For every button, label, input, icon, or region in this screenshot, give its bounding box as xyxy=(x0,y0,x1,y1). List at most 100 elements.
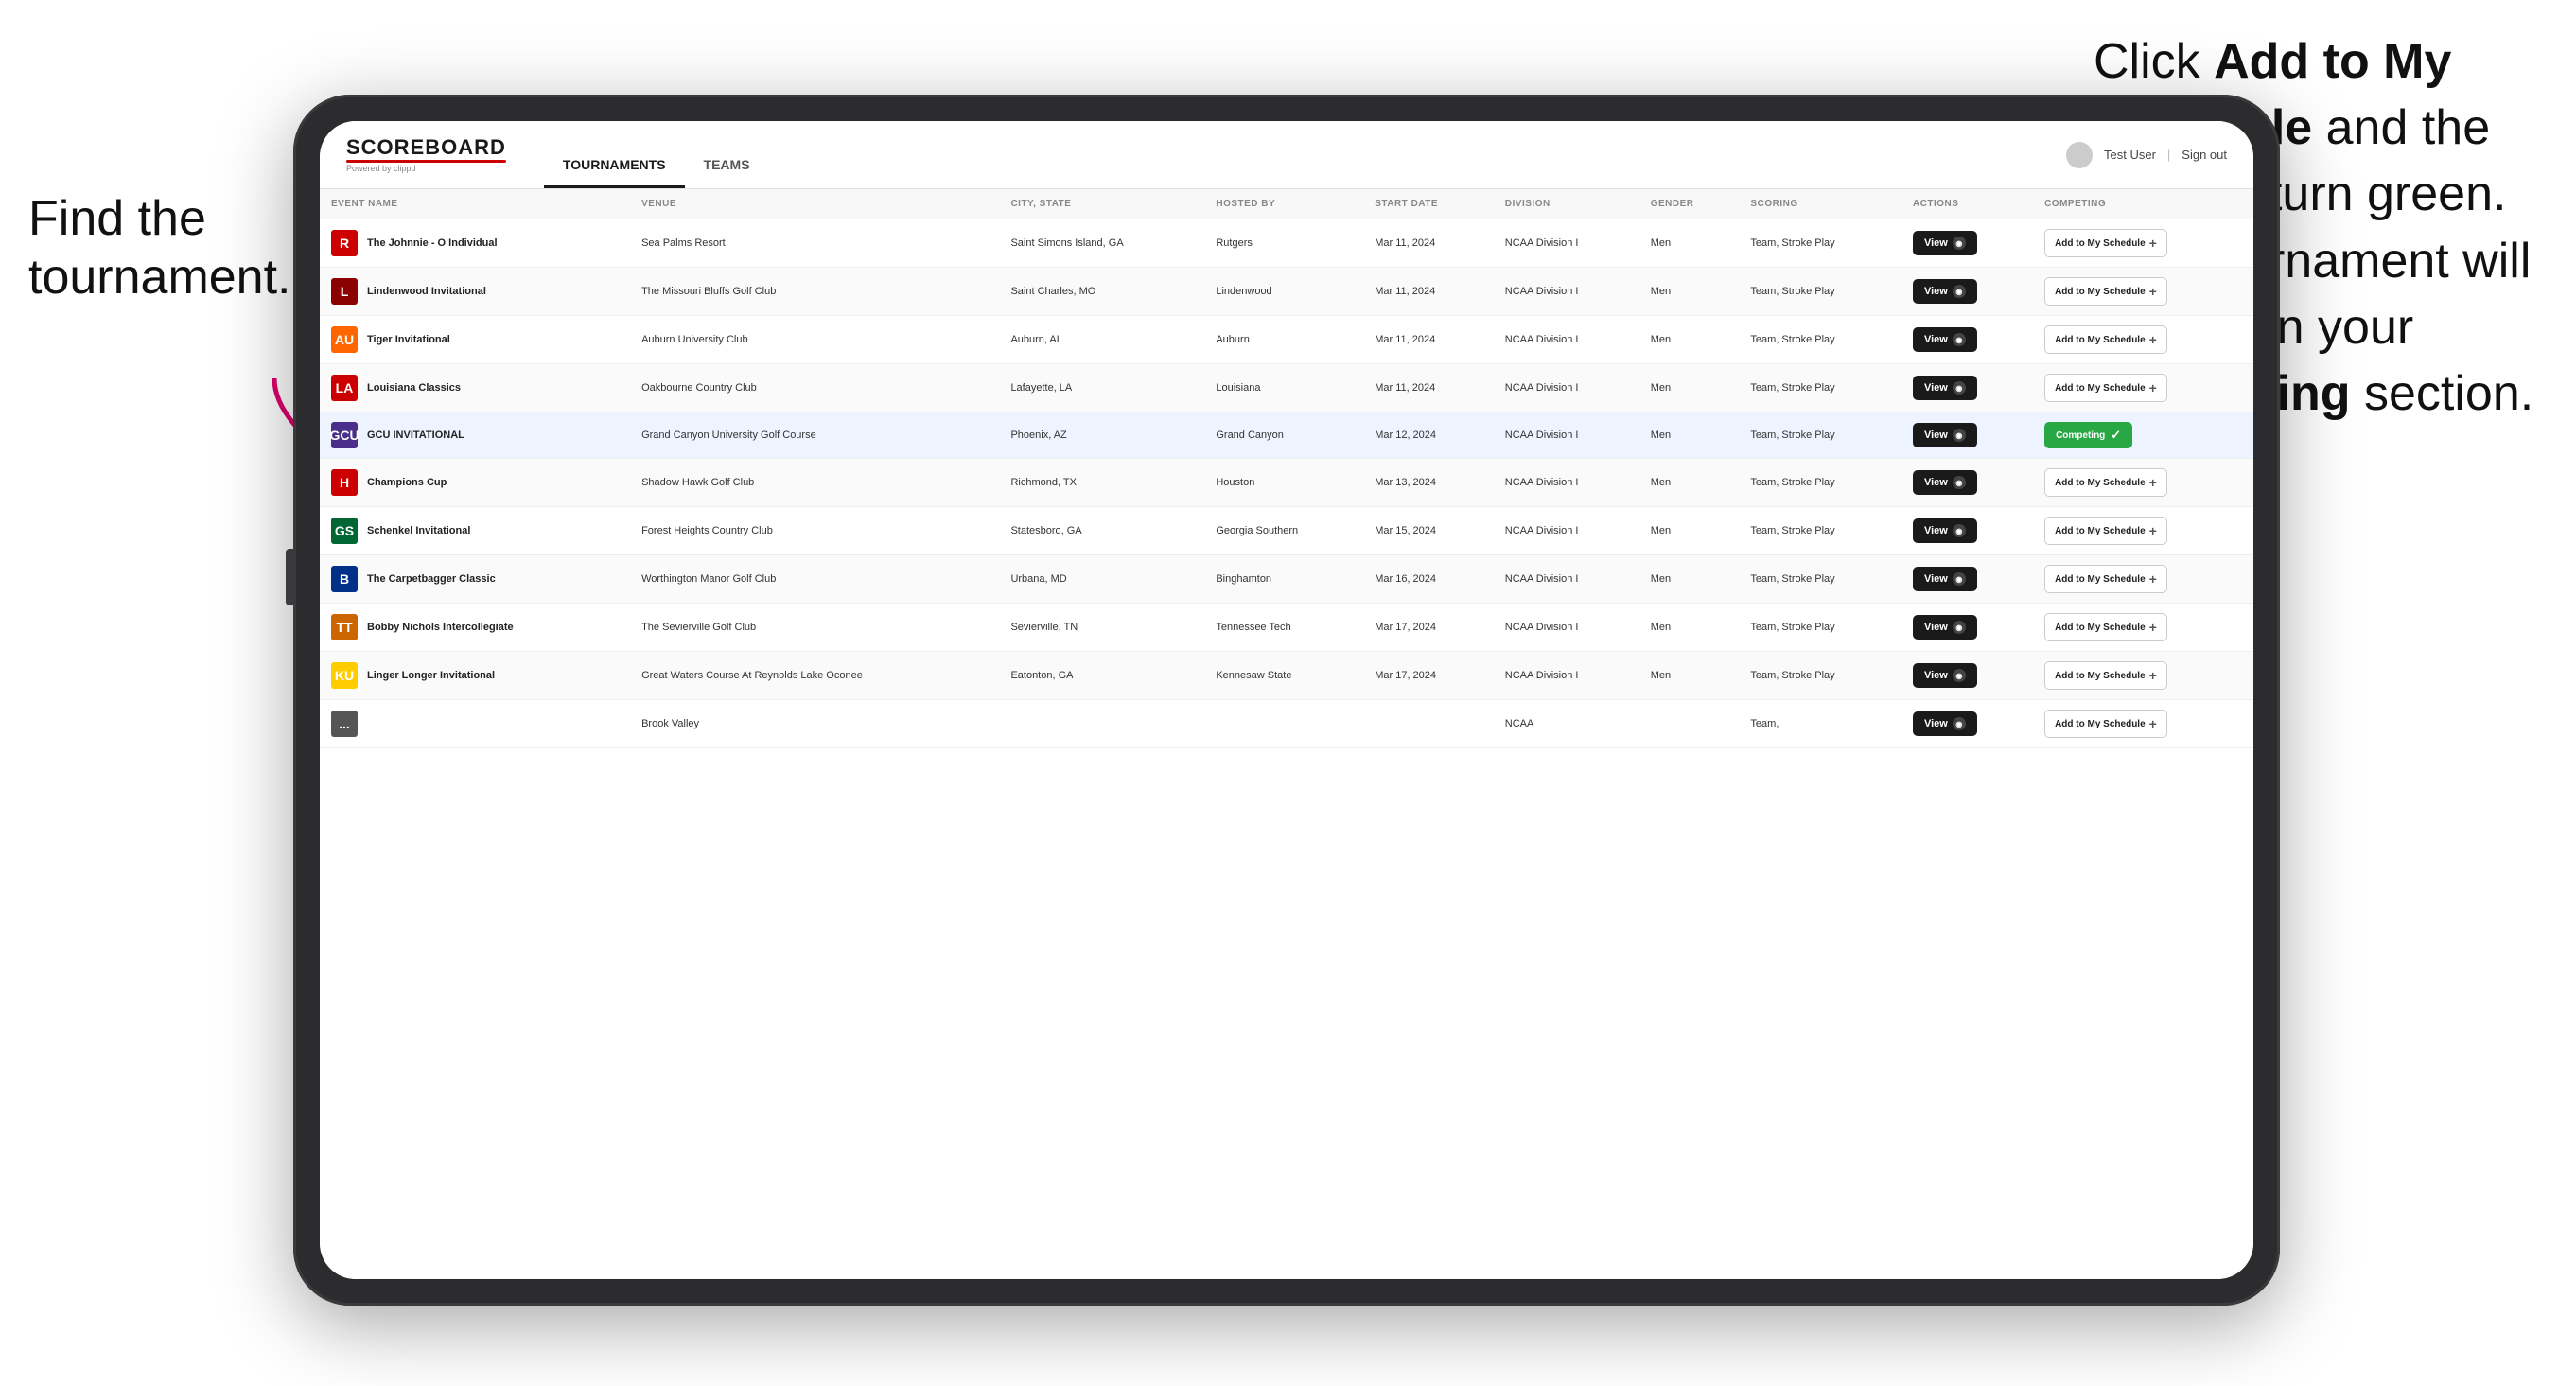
sign-out-link[interactable]: Sign out xyxy=(2182,148,2227,162)
view-button[interactable]: View ◉ xyxy=(1913,231,1977,255)
start-date-cell: Mar 11, 2024 xyxy=(1363,219,1494,268)
add-to-schedule-button[interactable]: Add to My Schedule + xyxy=(2044,517,2167,545)
col-venue: VENUE xyxy=(630,189,999,219)
plus-icon: + xyxy=(2149,716,2157,731)
scoring-cell: Team, Stroke Play xyxy=(1739,219,1901,268)
venue-cell: Oakbourne Country Club xyxy=(630,364,999,412)
view-icon: ◉ xyxy=(1953,381,1966,395)
competing-cell: Add to My Schedule + xyxy=(2033,700,2253,748)
city-state-cell: Auburn, AL xyxy=(999,316,1204,364)
add-to-schedule-button[interactable]: Add to My Schedule + xyxy=(2044,710,2167,738)
plus-icon: + xyxy=(2149,571,2157,587)
tab-teams[interactable]: TEAMS xyxy=(685,121,769,188)
view-button[interactable]: View ◉ xyxy=(1913,518,1977,543)
competing-cell: Add to My Schedule + xyxy=(2033,316,2253,364)
col-scoring: SCORING xyxy=(1739,189,1901,219)
venue-cell: Great Waters Course At Reynolds Lake Oco… xyxy=(630,652,999,700)
header-right: Test User | Sign out xyxy=(2066,142,2227,168)
division-cell: NCAA Division I xyxy=(1494,652,1639,700)
venue-cell: Auburn University Club xyxy=(630,316,999,364)
plus-icon: + xyxy=(2149,236,2157,251)
venue-cell: Forest Heights Country Club xyxy=(630,507,999,555)
gender-cell: Men xyxy=(1639,316,1740,364)
table-row: LA Louisiana Classics Oakbourne Country … xyxy=(320,364,2253,412)
event-name-cell: L Lindenwood Invitational xyxy=(320,268,630,316)
view-button[interactable]: View ◉ xyxy=(1913,279,1977,304)
view-button[interactable]: View ◉ xyxy=(1913,615,1977,640)
add-to-schedule-button[interactable]: Add to My Schedule + xyxy=(2044,661,2167,690)
view-button[interactable]: View ◉ xyxy=(1913,327,1977,352)
event-name-cell: KU Linger Longer Invitational xyxy=(320,652,630,700)
actions-cell: View ◉ xyxy=(1901,604,2033,652)
competing-cell: Add to My Schedule + xyxy=(2033,507,2253,555)
division-cell: NCAA Division I xyxy=(1494,219,1639,268)
team-logo: H xyxy=(331,469,358,496)
nav-tabs: TOURNAMENTS TEAMS xyxy=(544,121,769,188)
table-row: TT Bobby Nichols Intercollegiate The Sev… xyxy=(320,604,2253,652)
add-schedule-label: Add to My Schedule xyxy=(2055,671,2146,681)
event-name: Bobby Nichols Intercollegiate xyxy=(367,622,514,633)
team-logo: GS xyxy=(331,518,358,544)
team-logo: L xyxy=(331,278,358,305)
add-to-schedule-button[interactable]: Add to My Schedule + xyxy=(2044,565,2167,593)
scoring-cell: Team, Stroke Play xyxy=(1739,604,1901,652)
division-cell: NCAA Division I xyxy=(1494,412,1639,459)
table-row: KU Linger Longer Invitational Great Wate… xyxy=(320,652,2253,700)
venue-cell: Brook Valley xyxy=(630,700,999,748)
table-row: L Lindenwood Invitational The Missouri B… xyxy=(320,268,2253,316)
actions-cell: View ◉ xyxy=(1901,700,2033,748)
plus-icon: + xyxy=(2149,380,2157,395)
plus-icon: + xyxy=(2149,475,2157,490)
tab-tournaments[interactable]: TOURNAMENTS xyxy=(544,121,685,188)
event-name-cell: TT Bobby Nichols Intercollegiate xyxy=(320,604,630,652)
add-to-schedule-button[interactable]: Add to My Schedule + xyxy=(2044,613,2167,641)
city-state-cell: Saint Charles, MO xyxy=(999,268,1204,316)
table-row: ... Brook ValleyNCAATeam, View ◉ Add to … xyxy=(320,700,2253,748)
view-button[interactable]: View ◉ xyxy=(1913,376,1977,400)
competing-cell: Add to My Schedule + xyxy=(2033,604,2253,652)
add-to-schedule-button[interactable]: Add to My Schedule + xyxy=(2044,374,2167,402)
view-button[interactable]: View ◉ xyxy=(1913,663,1977,688)
view-button[interactable]: View ◉ xyxy=(1913,567,1977,591)
venue-cell: The Missouri Bluffs Golf Club xyxy=(630,268,999,316)
actions-cell: View ◉ xyxy=(1901,364,2033,412)
event-name: Tiger Invitational xyxy=(367,334,450,345)
event-name-cell: R The Johnnie - O Individual xyxy=(320,219,630,268)
event-name: Schenkel Invitational xyxy=(367,525,470,536)
add-to-schedule-button[interactable]: Add to My Schedule + xyxy=(2044,325,2167,354)
city-state-cell: Saint Simons Island, GA xyxy=(999,219,1204,268)
actions-cell: View ◉ xyxy=(1901,316,2033,364)
tournaments-table: EVENT NAME VENUE CITY, STATE HOSTED BY S… xyxy=(320,189,2253,748)
add-schedule-label: Add to My Schedule xyxy=(2055,574,2146,585)
view-button[interactable]: View ◉ xyxy=(1913,470,1977,495)
view-button[interactable]: View ◉ xyxy=(1913,423,1977,447)
competing-button[interactable]: Competing ✓ xyxy=(2044,422,2132,448)
scoring-cell: Team, Stroke Play xyxy=(1739,364,1901,412)
competing-cell: Add to My Schedule + xyxy=(2033,459,2253,507)
add-schedule-label: Add to My Schedule xyxy=(2055,719,2146,729)
actions-cell: View ◉ xyxy=(1901,412,2033,459)
start-date-cell: Mar 17, 2024 xyxy=(1363,652,1494,700)
city-state-cell: Richmond, TX xyxy=(999,459,1204,507)
hosted-by-cell: Houston xyxy=(1204,459,1363,507)
start-date-cell: Mar 11, 2024 xyxy=(1363,268,1494,316)
start-date-cell: Mar 12, 2024 xyxy=(1363,412,1494,459)
scoring-cell: Team, Stroke Play xyxy=(1739,412,1901,459)
actions-cell: View ◉ xyxy=(1901,219,2033,268)
hosted-by-cell: Binghamton xyxy=(1204,555,1363,604)
view-icon: ◉ xyxy=(1953,476,1966,489)
view-button[interactable]: View ◉ xyxy=(1913,711,1977,736)
hosted-by-cell: Louisiana xyxy=(1204,364,1363,412)
gender-cell xyxy=(1639,700,1740,748)
team-logo: GCU xyxy=(331,422,358,448)
actions-cell: View ◉ xyxy=(1901,268,2033,316)
event-name-cell: LA Louisiana Classics xyxy=(320,364,630,412)
add-to-schedule-button[interactable]: Add to My Schedule + xyxy=(2044,229,2167,257)
competing-cell: Add to My Schedule + xyxy=(2033,364,2253,412)
start-date-cell: Mar 11, 2024 xyxy=(1363,316,1494,364)
competing-label: Competing xyxy=(2056,430,2105,441)
add-to-schedule-button[interactable]: Add to My Schedule + xyxy=(2044,277,2167,306)
plus-icon: + xyxy=(2149,523,2157,538)
add-to-schedule-button[interactable]: Add to My Schedule + xyxy=(2044,468,2167,497)
view-icon: ◉ xyxy=(1953,237,1966,250)
